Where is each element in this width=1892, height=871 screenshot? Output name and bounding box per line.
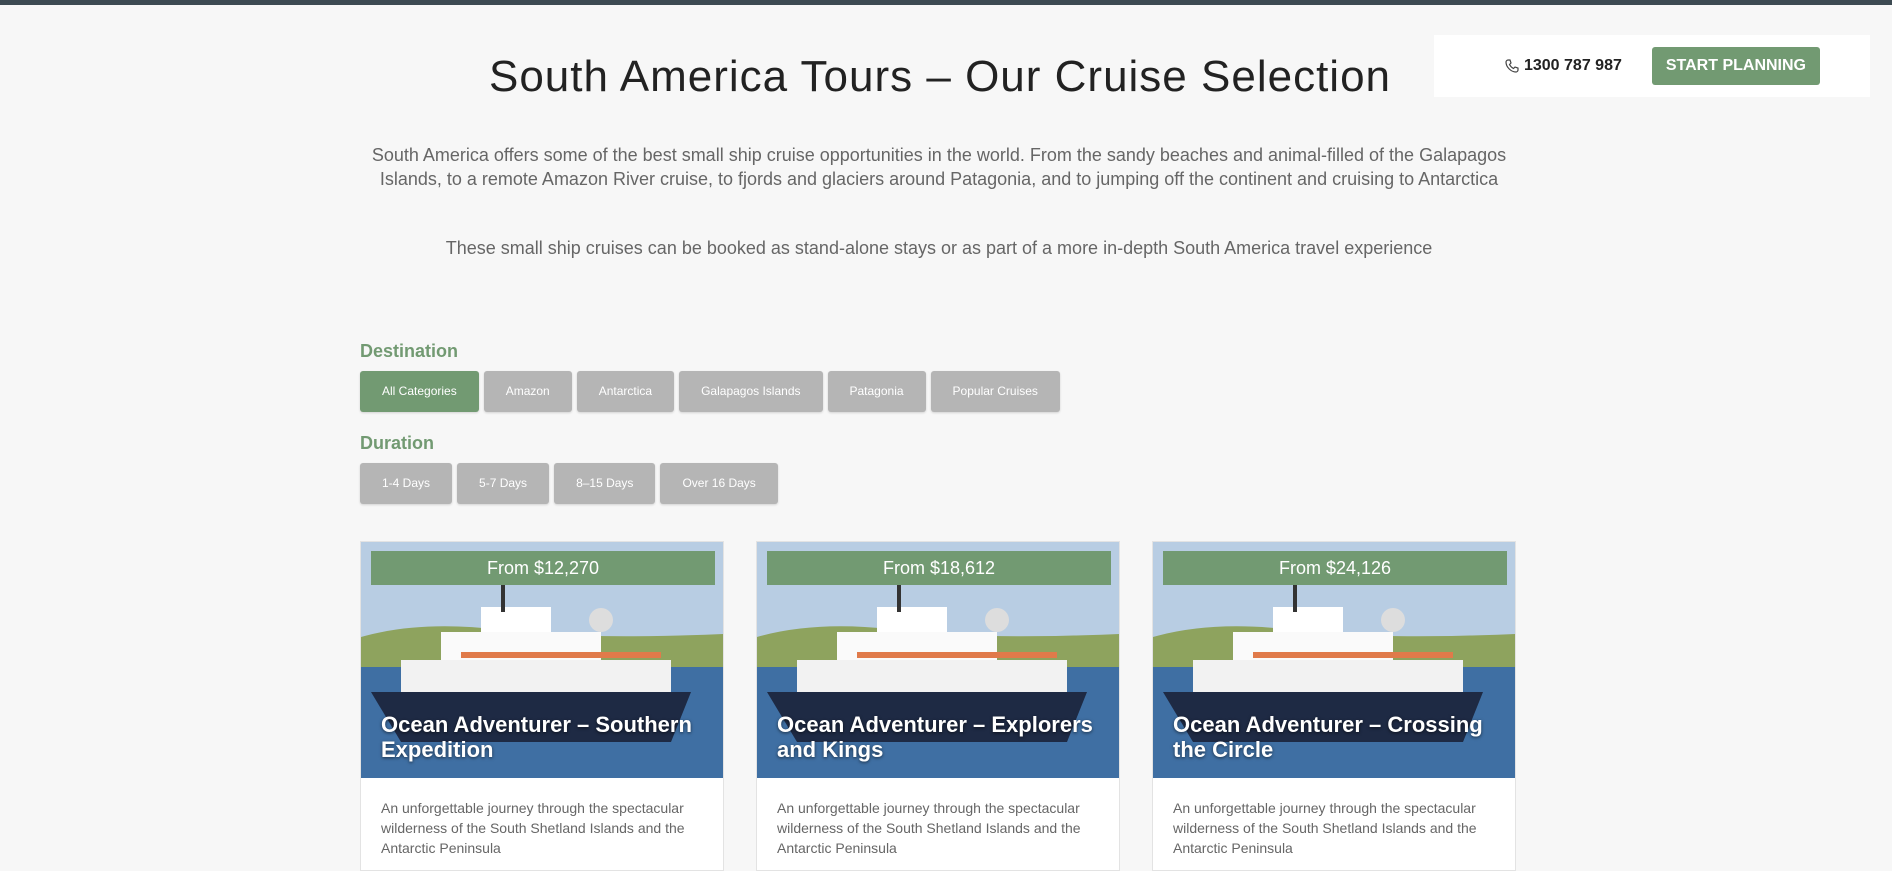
duration-filter-row: 1-4 Days 5-7 Days 8–15 Days Over 16 Days	[360, 463, 778, 504]
card-description: An unforgettable journey through the spe…	[1173, 800, 1477, 856]
price-badge: From $18,612	[767, 551, 1111, 585]
filter-galapagos-islands[interactable]: Galapagos Islands	[679, 371, 823, 412]
filter-antarctica[interactable]: Antarctica	[576, 371, 675, 412]
card-description: An unforgettable journey through the spe…	[381, 800, 685, 856]
top-bar	[0, 0, 1892, 5]
filter-1-4-days[interactable]: 1-4 Days	[360, 463, 453, 504]
price-badge: From $24,126	[1163, 551, 1507, 585]
cruise-card[interactable]: From $24,126 Ocean Adventurer – Crossing…	[1152, 541, 1516, 871]
cruise-image[interactable]: From $18,612 Ocean Adventurer – Explorer…	[757, 542, 1119, 778]
duration-filter-label: Duration	[360, 433, 434, 453]
filter-popular-cruises[interactable]: Popular Cruises	[930, 371, 1060, 412]
card-description: An unforgettable journey through the spe…	[777, 800, 1081, 856]
filter-amazon[interactable]: Amazon	[483, 371, 572, 412]
cruise-image[interactable]: From $12,270 Ocean Adventurer – Southern…	[361, 542, 723, 778]
card-title[interactable]: Ocean Adventurer – Southern Expedition	[381, 712, 711, 762]
filter-5-7-days[interactable]: 5-7 Days	[457, 463, 550, 504]
destination-filter-label: Destination	[360, 341, 459, 361]
card-title[interactable]: Ocean Adventurer – Explorers and Kings	[777, 712, 1107, 762]
cruise-image[interactable]: From $24,126 Ocean Adventurer – Crossing…	[1153, 542, 1515, 778]
destination-filter-row: All Categories Amazon Antarctica Galapag…	[360, 371, 1060, 412]
cruise-card[interactable]: From $18,612 Ocean Adventurer – Explorer…	[756, 541, 1120, 871]
filter-patagonia[interactable]: Patagonia	[827, 371, 926, 412]
filter-all-categories[interactable]: All Categories	[360, 371, 479, 412]
card-title[interactable]: Ocean Adventurer – Crossing the Circle	[1173, 712, 1503, 762]
page-title: South America Tours – Our Cruise Selecti…	[488, 52, 1392, 101]
filter-over-16-days[interactable]: Over 16 Days	[660, 463, 778, 504]
intro-paragraph-2: These small ship cruises can be booked a…	[445, 238, 1433, 258]
filter-8-15-days[interactable]: 8–15 Days	[554, 463, 656, 504]
price-badge: From $12,270	[371, 551, 715, 585]
cruise-card[interactable]: From $12,270 Ocean Adventurer – Southern…	[360, 541, 724, 871]
intro-paragraph: South America offers some of the best sm…	[371, 145, 1507, 189]
